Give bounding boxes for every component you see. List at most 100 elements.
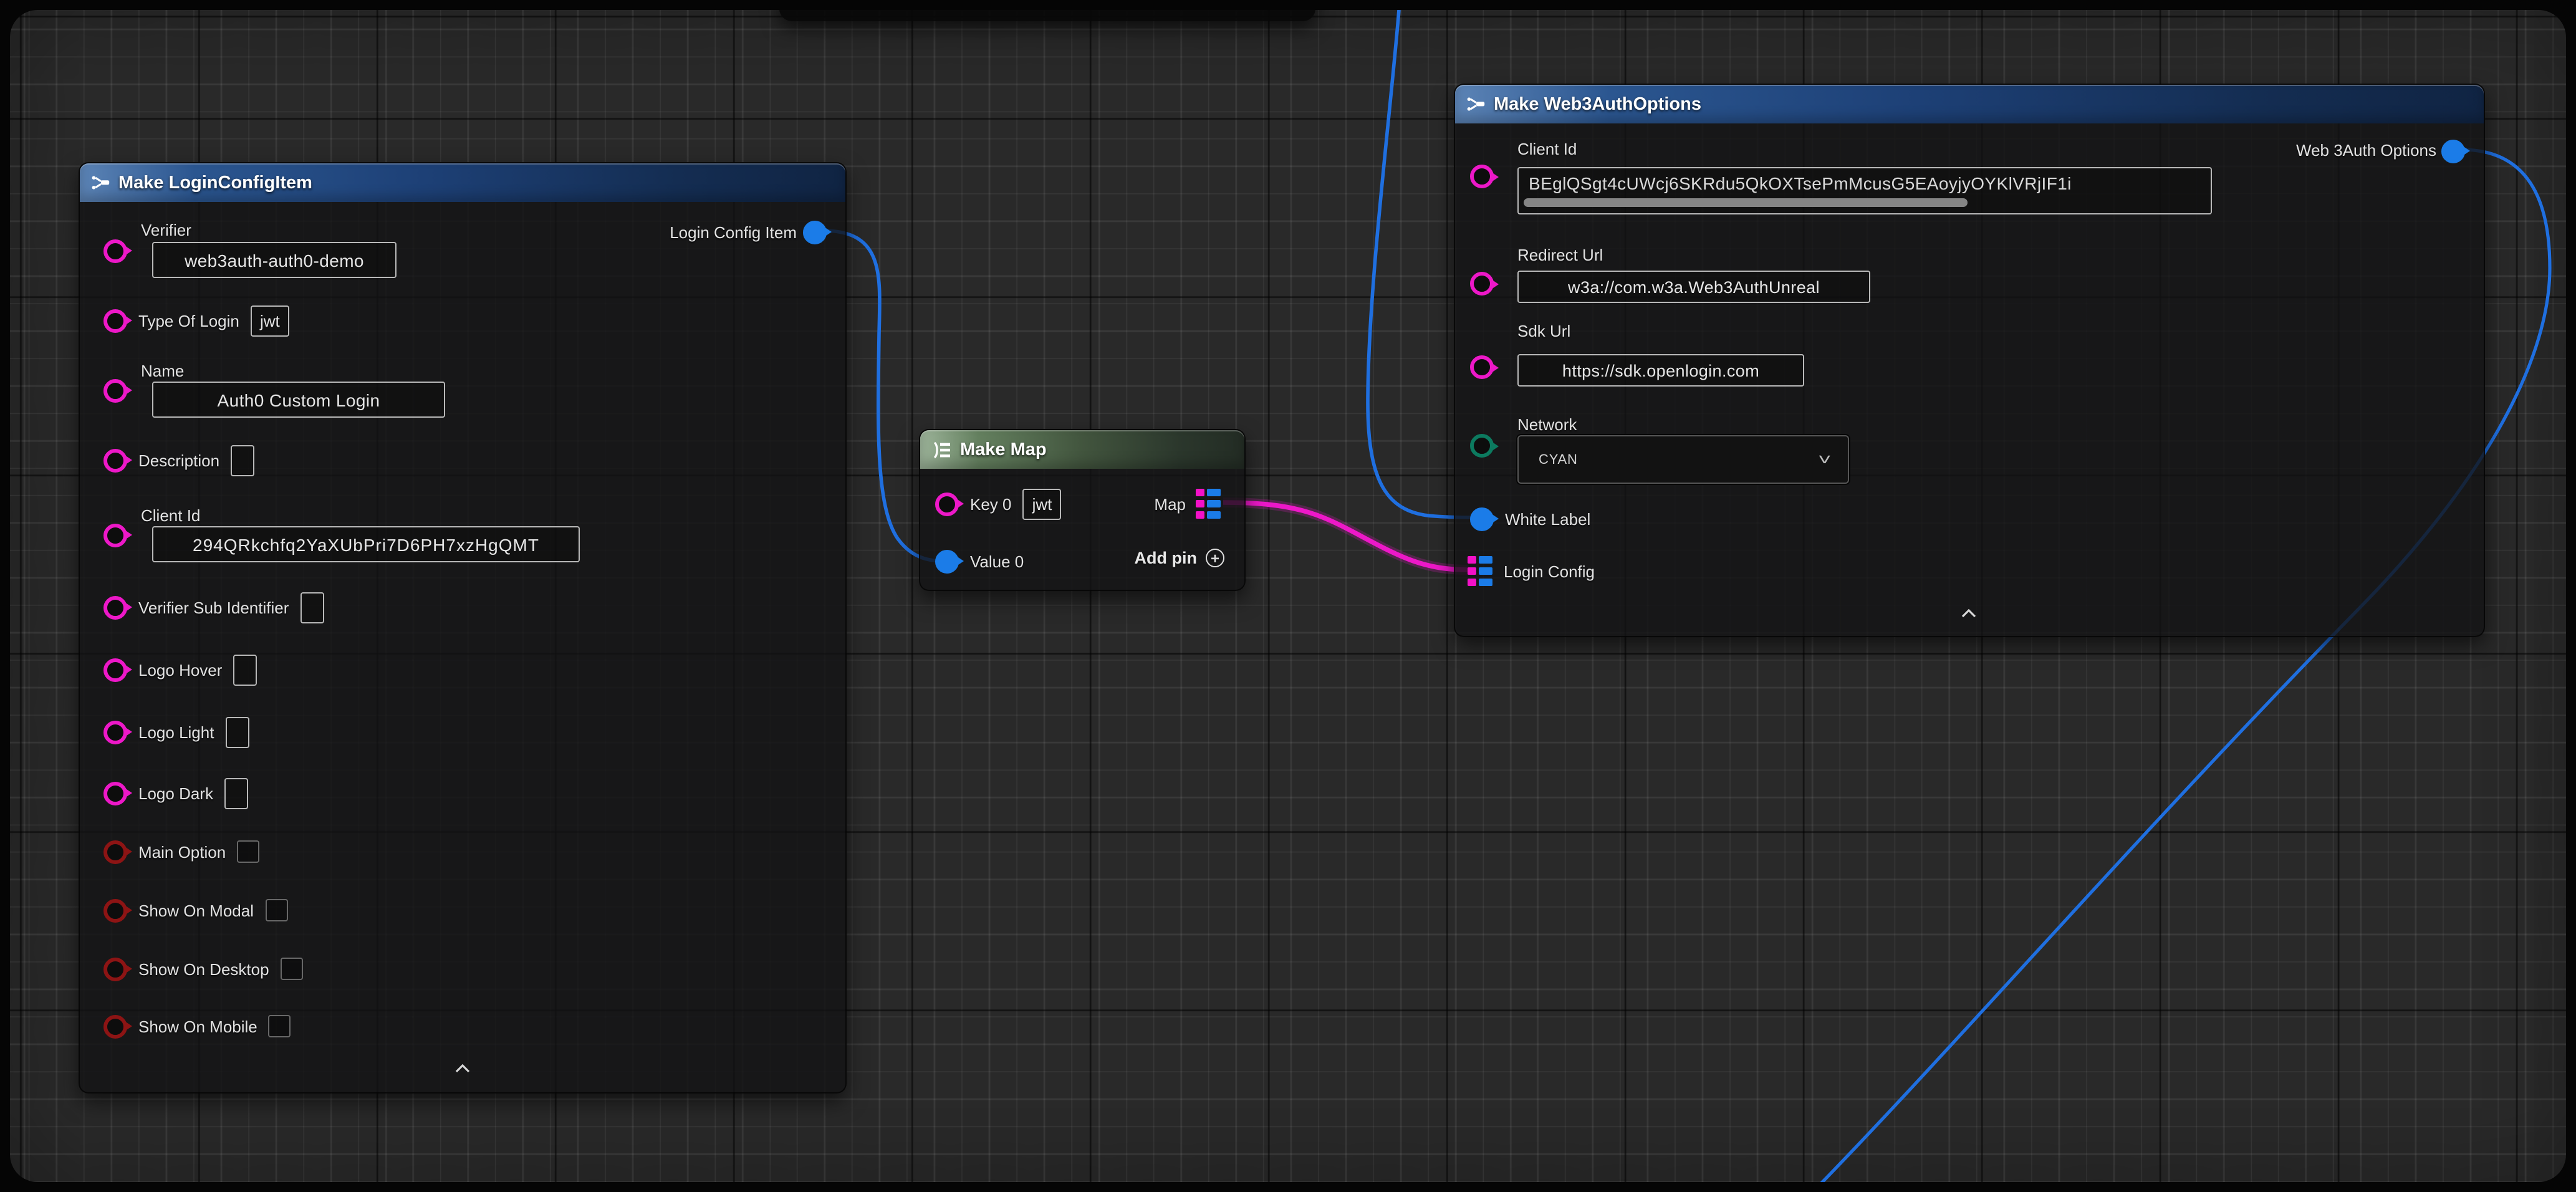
make-struct-icon	[91, 173, 110, 192]
blueprint-editor: Make LoginConfigItem Login Config Item V…	[0, 0, 2576, 1192]
client-id-field[interactable]: 294QRkchfq2YaXUbPri7D6PH7xzHgQMT	[152, 526, 580, 562]
client-id-scrollbar[interactable]	[1524, 198, 1968, 207]
show-on-mobile-checkbox[interactable]	[269, 1015, 291, 1037]
pin-label-white-label: White Label	[1505, 509, 1590, 528]
show-on-desktop-checkbox[interactable]	[281, 958, 303, 980]
offscreen-node-bottom-edge[interactable]	[779, 10, 1315, 21]
pin-client-id[interactable]	[1470, 165, 1494, 188]
collapse-chevron-icon[interactable]	[454, 1064, 471, 1074]
row-main-option: Main Option	[103, 834, 259, 869]
verifier-sub-identifier-field[interactable]	[300, 592, 324, 623]
pin-label-verifier: Verifier	[141, 221, 191, 239]
pin-login-config-map-icon[interactable]	[1468, 556, 1492, 586]
node-title: Make Web3AuthOptions	[1494, 94, 1701, 114]
node-title: Make LoginConfigItem	[118, 173, 312, 193]
row-logo-hover: Logo Hover	[103, 652, 257, 687]
node-header-make-map[interactable]: Make Map	[920, 430, 1244, 469]
make-container-icon	[931, 441, 951, 458]
row-show-on-mobile: Show On Mobile	[103, 1009, 291, 1044]
pin-label-redirect-url: Redirect Url	[1517, 246, 1603, 264]
pin-verifier-sub-identifier[interactable]	[103, 595, 127, 619]
client-id-value: BEglQSgt4cUWcj6SKRdu5QkOXTsePmMcusG5EAoy…	[1529, 173, 2072, 193]
redirect-url-field[interactable]: w3a://com.w3a.Web3AuthUnreal	[1517, 271, 1870, 303]
row-show-on-modal: Show On Modal	[103, 893, 287, 928]
pin-type-of-login[interactable]	[103, 309, 127, 332]
pin-white-label[interactable]	[1470, 507, 1494, 531]
pin-label-sdk-url: Sdk Url	[1517, 322, 1570, 340]
row-logo-dark: Logo Dark	[103, 776, 248, 810]
node-make-loginconfigitem: Make LoginConfigItem Login Config Item V…	[79, 162, 847, 1093]
chevron-down-icon: ˅	[1819, 450, 1853, 469]
pin-label-network: Network	[1517, 415, 1577, 434]
pin-label-client-id: Client Id	[1517, 140, 1577, 158]
pin-show-on-mobile[interactable]	[103, 1014, 127, 1038]
pin-main-option[interactable]	[103, 840, 127, 863]
pin-logo-dark[interactable]	[103, 781, 127, 805]
sdk-url-field[interactable]: https://sdk.openlogin.com	[1517, 354, 1804, 387]
row-white-label: White Label	[1470, 501, 1590, 536]
node-make-map: Make Map Key 0 jwt Map Value 0 Add pin	[919, 429, 1246, 591]
output-pin-label: Web 3Auth Options	[2296, 141, 2436, 160]
row-login-config: Login Config	[1468, 554, 1595, 589]
output-pin-label-map: Map	[1154, 495, 1186, 514]
pin-key0[interactable]	[935, 492, 959, 516]
add-pin-plus-icon: +	[1206, 549, 1224, 567]
pin-logo-hover[interactable]	[103, 658, 127, 681]
make-struct-icon	[1466, 95, 1485, 113]
pin-label-type-of-login: Type Of Login	[138, 311, 239, 330]
pin-label-name: Name	[141, 362, 184, 380]
node-header-make-loginconfigitem[interactable]: Make LoginConfigItem	[80, 163, 845, 202]
row-logo-light: Logo Light	[103, 714, 249, 749]
type-of-login-field[interactable]: jwt	[251, 305, 289, 336]
pin-client-id[interactable]	[103, 523, 127, 547]
pin-name[interactable]	[103, 378, 127, 402]
pin-show-on-desktop[interactable]	[103, 957, 127, 981]
output-pin-label: Login Config Item	[670, 223, 797, 242]
logo-light-field[interactable]	[225, 716, 249, 747]
collapse-chevron-icon[interactable]	[1960, 608, 1978, 618]
row-type-of-login: Type Of Login jwt	[103, 303, 289, 338]
pin-label-logo-light: Logo Light	[138, 723, 214, 741]
main-option-checkbox[interactable]	[237, 840, 259, 863]
verifier-field[interactable]: web3auth-auth0-demo	[152, 242, 396, 278]
pin-network[interactable]	[1470, 434, 1494, 458]
row-description: Description	[103, 443, 254, 478]
pin-label-main-option: Main Option	[138, 842, 226, 861]
pin-description[interactable]	[103, 448, 127, 472]
pin-label-client-id: Client Id	[141, 506, 200, 525]
pin-redirect-url[interactable]	[1470, 272, 1494, 296]
node-make-web3authoptions: Make Web3AuthOptions Web 3Auth Options C…	[1454, 84, 2485, 637]
pin-logo-light[interactable]	[103, 720, 127, 744]
name-field[interactable]: Auth0 Custom Login	[152, 382, 445, 418]
pin-label-description: Description	[138, 451, 219, 469]
output-pin-login-config-item[interactable]	[803, 220, 827, 244]
output-pin-web3auth-options[interactable]	[2441, 139, 2465, 163]
node-header-make-web3authoptions[interactable]: Make Web3AuthOptions	[1455, 85, 2484, 123]
pin-label-show-on-desktop: Show On Desktop	[138, 959, 269, 978]
node-title: Make Map	[960, 440, 1047, 459]
pin-label-login-config: Login Config	[1504, 562, 1595, 580]
logo-dark-field[interactable]	[224, 777, 248, 809]
pin-show-on-modal[interactable]	[103, 898, 127, 922]
pin-label-logo-dark: Logo Dark	[138, 784, 213, 802]
network-dropdown-value: CYAN	[1519, 452, 1824, 467]
pin-label-key0: Key 0	[970, 494, 1012, 513]
pin-sdk-url[interactable]	[1470, 355, 1494, 379]
pin-label-value0: Value 0	[970, 552, 1024, 570]
logo-hover-field[interactable]	[233, 654, 257, 685]
pin-verifier[interactable]	[103, 239, 127, 262]
network-dropdown[interactable]: CYAN ˅	[1517, 435, 1849, 484]
graph-canvas[interactable]: Make LoginConfigItem Login Config Item V…	[10, 10, 2566, 1182]
pin-label-show-on-mobile: Show On Mobile	[138, 1017, 257, 1036]
show-on-modal-checkbox[interactable]	[265, 899, 287, 921]
add-pin-label: Add pin	[1135, 549, 1198, 567]
row-value0: Value 0	[935, 544, 1024, 579]
description-field[interactable]	[231, 445, 254, 476]
add-pin-button[interactable]: Add pin +	[1135, 549, 1225, 567]
client-id-field[interactable]: BEglQSgt4cUWcj6SKRdu5QkOXTsePmMcusG5EAoy…	[1517, 167, 2212, 214]
row-key0: Key 0 jwt	[935, 486, 1062, 521]
pin-value0[interactable]	[935, 549, 959, 573]
row-verifier-sub-identifier: Verifier Sub Identifier	[103, 590, 324, 625]
key0-field[interactable]: jwt	[1023, 488, 1062, 519]
pin-label-logo-hover: Logo Hover	[138, 660, 222, 679]
